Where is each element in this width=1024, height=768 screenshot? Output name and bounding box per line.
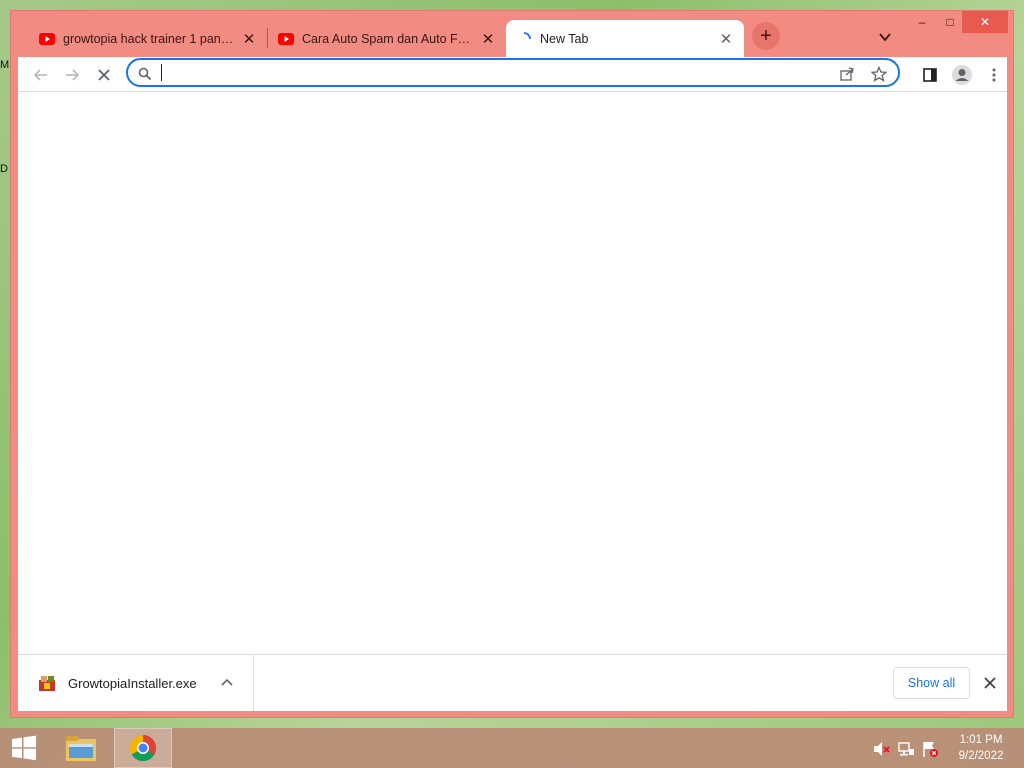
- desktop-icon-label: D: [0, 163, 8, 175]
- profile-icon: [952, 65, 972, 85]
- tab-cara-auto-spam[interactable]: Cara Auto Spam dan Auto Farm G... ✕: [268, 20, 506, 57]
- tab-title: New Tab: [540, 31, 589, 46]
- close-window-button[interactable]: ✕: [962, 11, 1008, 33]
- new-tab-button[interactable]: +: [752, 22, 780, 50]
- show-all-downloads-button[interactable]: Show all: [893, 667, 970, 699]
- tab-close-icon[interactable]: ✕: [241, 31, 257, 48]
- share-icon[interactable]: [838, 65, 856, 83]
- download-file-name: GrowtopiaInstaller.exe: [68, 675, 197, 691]
- chevron-up-icon: [221, 678, 233, 686]
- download-item[interactable]: GrowtopiaInstaller.exe: [18, 655, 254, 711]
- tab-close-icon[interactable]: ✕: [480, 31, 496, 48]
- tab-title: Cara Auto Spam dan Auto Farm G...: [302, 31, 474, 46]
- bookmark-star-icon[interactable]: [870, 65, 888, 83]
- tab-strip: growtopia hack trainer 1 panch - ... ✕ C…: [11, 11, 1013, 57]
- start-button[interactable]: [0, 728, 48, 768]
- browser-toolbar: [18, 57, 1007, 92]
- tab-title: growtopia hack trainer 1 panch - ...: [63, 31, 235, 46]
- plus-icon: +: [760, 25, 772, 47]
- loading-spinner-icon: [523, 31, 531, 39]
- forward-arrow-icon: [66, 69, 80, 81]
- chevron-down-icon: [879, 33, 891, 42]
- close-icon: [984, 677, 996, 689]
- page-content: [18, 92, 1007, 654]
- action-center-flag-icon[interactable]: [921, 740, 939, 758]
- back-button[interactable]: [27, 61, 55, 89]
- tab-new-tab[interactable]: New Tab ✕: [506, 20, 744, 57]
- installer-file-icon: [39, 676, 55, 691]
- profile-button[interactable]: [948, 61, 976, 89]
- clock-time: 1:01 PM: [959, 734, 1003, 746]
- text-caret: [161, 64, 162, 81]
- menu-dots-icon: [992, 68, 996, 82]
- download-options-button[interactable]: [215, 671, 239, 695]
- menu-button[interactable]: [980, 61, 1008, 89]
- tab-growtopia-hack[interactable]: growtopia hack trainer 1 panch - ... ✕: [29, 20, 267, 57]
- system-clock[interactable]: 1:01 PM 9/2/2022: [950, 732, 1012, 764]
- address-bar[interactable]: [126, 58, 900, 87]
- chrome-icon: [129, 734, 157, 762]
- address-input[interactable]: [160, 64, 800, 82]
- taskbar-chrome[interactable]: [114, 728, 172, 768]
- youtube-icon: [39, 32, 55, 45]
- maximize-button[interactable]: □: [936, 11, 964, 33]
- back-arrow-icon: [33, 69, 47, 81]
- maximize-icon: □: [946, 15, 954, 29]
- tab-close-icon[interactable]: ✕: [718, 31, 734, 48]
- side-panel-icon: [923, 68, 937, 82]
- minimize-icon: –: [918, 15, 926, 29]
- side-panel-button[interactable]: [916, 61, 944, 89]
- close-icon: ✕: [979, 15, 991, 29]
- desktop-icon-label: M: [0, 59, 10, 71]
- clock-date: 9/2/2022: [958, 750, 1004, 762]
- browser-window: growtopia hack trainer 1 panch - ... ✕ C…: [10, 10, 1014, 718]
- windows-start-icon: [12, 735, 36, 761]
- close-download-shelf-button[interactable]: [978, 671, 1002, 695]
- minimize-button[interactable]: –: [908, 11, 936, 33]
- stop-icon: [98, 69, 110, 81]
- volume-muted-icon[interactable]: [872, 740, 890, 758]
- forward-button[interactable]: [58, 61, 86, 89]
- file-explorer-icon: [66, 736, 96, 761]
- download-shelf: GrowtopiaInstaller.exe Show all: [18, 654, 1007, 711]
- youtube-icon: [278, 32, 294, 45]
- taskbar-file-explorer[interactable]: [56, 728, 106, 768]
- network-icon[interactable]: [897, 740, 915, 758]
- search-icon: [136, 65, 154, 83]
- tab-search-button[interactable]: [875, 27, 895, 47]
- stop-loading-button[interactable]: [90, 61, 118, 89]
- taskbar: 1:01 PM 9/2/2022: [0, 728, 1024, 768]
